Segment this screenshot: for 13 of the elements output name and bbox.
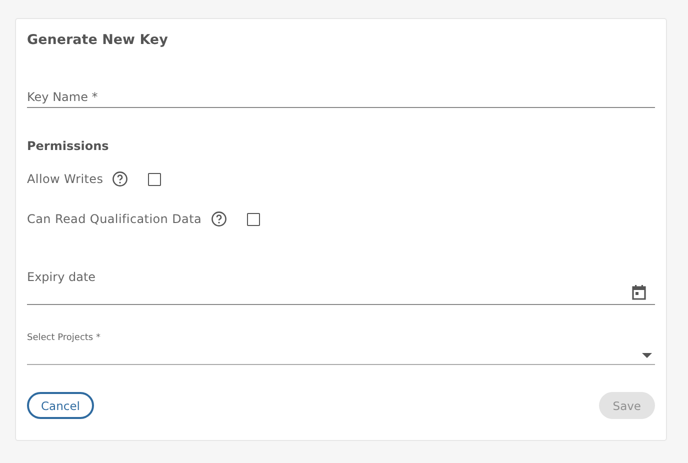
checkbox[interactable] — [246, 212, 260, 226]
key-name-field[interactable]: Key Name * — [27, 89, 655, 108]
cancel-button[interactable]: Cancel — [27, 392, 94, 419]
permission-label: Allow Writes — [27, 172, 104, 186]
section-heading: Permissions — [27, 139, 110, 153]
help-icon[interactable] — [210, 211, 227, 227]
project-select[interactable]: Select Projects * — [27, 333, 655, 365]
dropdown-caret-icon[interactable] — [642, 353, 652, 358]
dialog-title: Generate New Key — [27, 32, 169, 50]
checkbox[interactable] — [148, 172, 162, 186]
permission-label: Can Read Qualification Data — [27, 212, 202, 226]
help-icon[interactable] — [112, 171, 128, 187]
calendar-icon[interactable] — [631, 284, 647, 300]
